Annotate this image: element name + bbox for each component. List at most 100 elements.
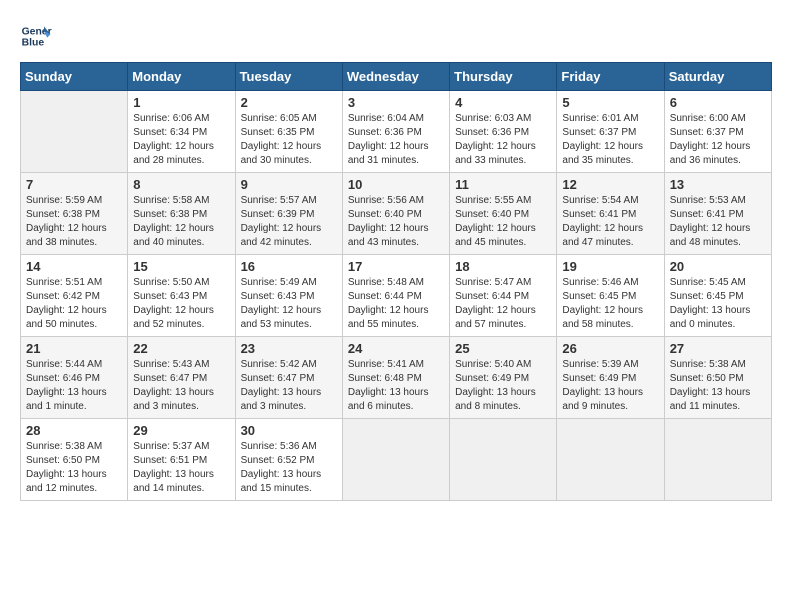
- day-number: 30: [241, 423, 337, 438]
- column-header-friday: Friday: [557, 63, 664, 91]
- day-info: Sunrise: 5:43 AM Sunset: 6:47 PM Dayligh…: [133, 358, 229, 414]
- column-header-thursday: Thursday: [450, 63, 557, 91]
- calendar-cell: 21 Sunrise: 5:44 AM Sunset: 6:46 PM Dayli…: [21, 337, 128, 419]
- calendar-cell: 6 Sunrise: 6:00 AM Sunset: 6:37 PM Daylig…: [664, 91, 771, 173]
- day-number: 19: [562, 259, 658, 274]
- day-info: Sunrise: 5:40 AM Sunset: 6:49 PM Dayligh…: [455, 358, 551, 414]
- calendar-cell: 8 Sunrise: 5:58 AM Sunset: 6:38 PM Daylig…: [128, 173, 235, 255]
- column-header-monday: Monday: [128, 63, 235, 91]
- calendar-cell: 26 Sunrise: 5:39 AM Sunset: 6:49 PM Dayli…: [557, 337, 664, 419]
- calendar-cell: 1Sunrise: 6:06 AM Sunset: 6:34 PM Daylig…: [128, 91, 235, 173]
- day-info: Sunrise: 5:49 AM Sunset: 6:43 PM Dayligh…: [241, 276, 337, 332]
- column-header-wednesday: Wednesday: [342, 63, 449, 91]
- day-number: 22: [133, 341, 229, 356]
- day-number: 13: [670, 177, 766, 192]
- day-number: 18: [455, 259, 551, 274]
- calendar-week-row: 1Sunrise: 6:06 AM Sunset: 6:34 PM Daylig…: [21, 91, 772, 173]
- calendar-cell: 15 Sunrise: 5:50 AM Sunset: 6:43 PM Dayli…: [128, 255, 235, 337]
- calendar-cell: 9Sunrise: 5:57 AM Sunset: 6:39 PM Daylig…: [235, 173, 342, 255]
- day-info: Sunrise: 5:50 AM Sunset: 6:43 PM Dayligh…: [133, 276, 229, 332]
- calendar-cell: [342, 419, 449, 501]
- day-info: Sunrise: 5:47 AM Sunset: 6:44 PM Dayligh…: [455, 276, 551, 332]
- day-info: Sunrise: 5:59 AM Sunset: 6:38 PM Dayligh…: [26, 194, 122, 250]
- calendar-cell: 18 Sunrise: 5:47 AM Sunset: 6:44 PM Dayli…: [450, 255, 557, 337]
- calendar-cell: 25 Sunrise: 5:40 AM Sunset: 6:49 PM Dayli…: [450, 337, 557, 419]
- calendar-cell: 3 Sunrise: 6:04 AM Sunset: 6:36 PM Daylig…: [342, 91, 449, 173]
- calendar-cell: 13 Sunrise: 5:53 AM Sunset: 6:41 PM Dayli…: [664, 173, 771, 255]
- day-info: Sunrise: 6:04 AM Sunset: 6:36 PM Dayligh…: [348, 112, 444, 168]
- day-info: Sunrise: 5:58 AM Sunset: 6:38 PM Dayligh…: [133, 194, 229, 250]
- calendar-cell: 23 Sunrise: 5:42 AM Sunset: 6:47 PM Dayli…: [235, 337, 342, 419]
- column-header-saturday: Saturday: [664, 63, 771, 91]
- day-number: 15: [133, 259, 229, 274]
- calendar-cell: 20 Sunrise: 5:45 AM Sunset: 6:45 PM Dayli…: [664, 255, 771, 337]
- header: General Blue: [20, 20, 772, 52]
- calendar-cell: 17Sunrise: 5:48 AM Sunset: 6:44 PM Dayli…: [342, 255, 449, 337]
- day-number: 4: [455, 95, 551, 110]
- day-number: 10: [348, 177, 444, 192]
- day-info: Sunrise: 6:01 AM Sunset: 6:37 PM Dayligh…: [562, 112, 658, 168]
- day-info: Sunrise: 5:41 AM Sunset: 6:48 PM Dayligh…: [348, 358, 444, 414]
- day-info: Sunrise: 5:53 AM Sunset: 6:41 PM Dayligh…: [670, 194, 766, 250]
- logo-icon: General Blue: [20, 20, 52, 52]
- day-number: 23: [241, 341, 337, 356]
- calendar-cell: 10Sunrise: 5:56 AM Sunset: 6:40 PM Dayli…: [342, 173, 449, 255]
- calendar-cell: [21, 91, 128, 173]
- day-info: Sunrise: 6:03 AM Sunset: 6:36 PM Dayligh…: [455, 112, 551, 168]
- calendar-cell: 2Sunrise: 6:05 AM Sunset: 6:35 PM Daylig…: [235, 91, 342, 173]
- calendar-cell: 16 Sunrise: 5:49 AM Sunset: 6:43 PM Dayli…: [235, 255, 342, 337]
- day-number: 5: [562, 95, 658, 110]
- logo: General Blue: [20, 20, 52, 52]
- calendar-cell: 27 Sunrise: 5:38 AM Sunset: 6:50 PM Dayli…: [664, 337, 771, 419]
- day-info: Sunrise: 5:42 AM Sunset: 6:47 PM Dayligh…: [241, 358, 337, 414]
- calendar-header-row: SundayMondayTuesdayWednesdayThursdayFrid…: [21, 63, 772, 91]
- day-info: Sunrise: 5:55 AM Sunset: 6:40 PM Dayligh…: [455, 194, 551, 250]
- calendar-cell: 28Sunrise: 5:38 AM Sunset: 6:50 PM Dayli…: [21, 419, 128, 501]
- calendar-week-row: 28Sunrise: 5:38 AM Sunset: 6:50 PM Dayli…: [21, 419, 772, 501]
- calendar-cell: 29 Sunrise: 5:37 AM Sunset: 6:51 PM Dayli…: [128, 419, 235, 501]
- day-number: 9: [241, 177, 337, 192]
- day-number: 12: [562, 177, 658, 192]
- day-number: 8: [133, 177, 229, 192]
- day-number: 16: [241, 259, 337, 274]
- calendar-cell: 24 Sunrise: 5:41 AM Sunset: 6:48 PM Dayli…: [342, 337, 449, 419]
- day-info: Sunrise: 5:54 AM Sunset: 6:41 PM Dayligh…: [562, 194, 658, 250]
- calendar-cell: 7 Sunrise: 5:59 AM Sunset: 6:38 PM Daylig…: [21, 173, 128, 255]
- calendar-cell: [557, 419, 664, 501]
- day-number: 24: [348, 341, 444, 356]
- calendar-cell: 4 Sunrise: 6:03 AM Sunset: 6:36 PM Daylig…: [450, 91, 557, 173]
- day-number: 3: [348, 95, 444, 110]
- day-number: 29: [133, 423, 229, 438]
- calendar-cell: 11 Sunrise: 5:55 AM Sunset: 6:40 PM Dayli…: [450, 173, 557, 255]
- day-info: Sunrise: 5:38 AM Sunset: 6:50 PM Dayligh…: [26, 440, 122, 496]
- day-number: 25: [455, 341, 551, 356]
- calendar-week-row: 21 Sunrise: 5:44 AM Sunset: 6:46 PM Dayli…: [21, 337, 772, 419]
- day-number: 20: [670, 259, 766, 274]
- day-info: Sunrise: 5:51 AM Sunset: 6:42 PM Dayligh…: [26, 276, 122, 332]
- day-info: Sunrise: 5:45 AM Sunset: 6:45 PM Dayligh…: [670, 276, 766, 332]
- svg-text:Blue: Blue: [22, 38, 45, 49]
- day-info: Sunrise: 6:00 AM Sunset: 6:37 PM Dayligh…: [670, 112, 766, 168]
- day-info: Sunrise: 5:39 AM Sunset: 6:49 PM Dayligh…: [562, 358, 658, 414]
- calendar-cell: 14 Sunrise: 5:51 AM Sunset: 6:42 PM Dayli…: [21, 255, 128, 337]
- calendar-cell: [450, 419, 557, 501]
- day-info: Sunrise: 5:44 AM Sunset: 6:46 PM Dayligh…: [26, 358, 122, 414]
- calendar-cell: [664, 419, 771, 501]
- day-number: 17: [348, 259, 444, 274]
- day-number: 11: [455, 177, 551, 192]
- day-number: 27: [670, 341, 766, 356]
- calendar-table: SundayMondayTuesdayWednesdayThursdayFrid…: [20, 62, 772, 501]
- day-number: 7: [26, 177, 122, 192]
- day-info: Sunrise: 5:38 AM Sunset: 6:50 PM Dayligh…: [670, 358, 766, 414]
- calendar-week-row: 14 Sunrise: 5:51 AM Sunset: 6:42 PM Dayli…: [21, 255, 772, 337]
- calendar-cell: 12 Sunrise: 5:54 AM Sunset: 6:41 PM Dayli…: [557, 173, 664, 255]
- calendar-cell: 5 Sunrise: 6:01 AM Sunset: 6:37 PM Daylig…: [557, 91, 664, 173]
- day-number: 26: [562, 341, 658, 356]
- day-info: Sunrise: 5:37 AM Sunset: 6:51 PM Dayligh…: [133, 440, 229, 496]
- day-number: 6: [670, 95, 766, 110]
- calendar-cell: 30Sunrise: 5:36 AM Sunset: 6:52 PM Dayli…: [235, 419, 342, 501]
- day-number: 21: [26, 341, 122, 356]
- day-number: 14: [26, 259, 122, 274]
- calendar-cell: 19Sunrise: 5:46 AM Sunset: 6:45 PM Dayli…: [557, 255, 664, 337]
- calendar-cell: 22 Sunrise: 5:43 AM Sunset: 6:47 PM Dayli…: [128, 337, 235, 419]
